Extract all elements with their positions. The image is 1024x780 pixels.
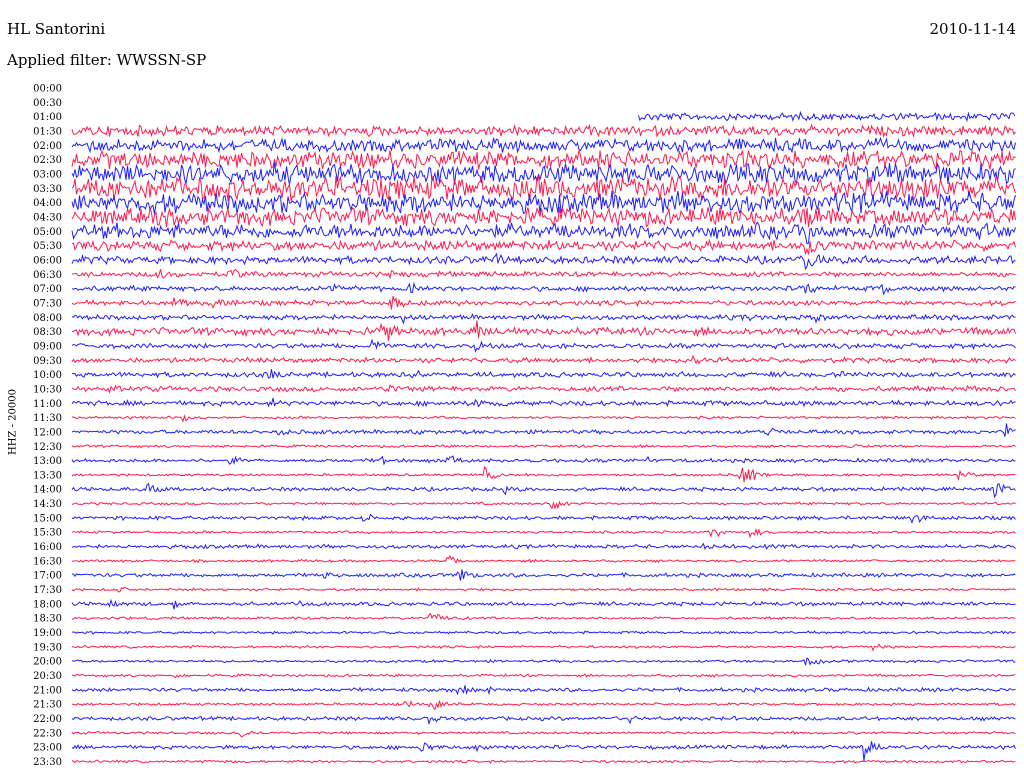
- seismic-trace: [71, 369, 1016, 379]
- time-tick-label: 18:00: [33, 599, 62, 610]
- seismic-trace: [71, 312, 1016, 325]
- time-tick-label: 19:00: [33, 628, 62, 639]
- time-tick-label: 22:00: [33, 714, 62, 725]
- time-tick-label: 06:30: [33, 270, 62, 281]
- seismic-trace: [71, 513, 1016, 524]
- seismic-trace: [71, 630, 1016, 635]
- seismic-trace: [71, 123, 1016, 138]
- seismic-trace: [71, 443, 1016, 449]
- seismic-trace: [71, 354, 1016, 365]
- time-tick-label: 16:00: [33, 542, 62, 553]
- seismic-trace: [71, 423, 1016, 437]
- seismic-trace: [71, 569, 1016, 581]
- seismic-trace: [72, 673, 1016, 679]
- time-tick-label: 20:00: [33, 657, 62, 668]
- time-tick-label: 17:00: [33, 571, 62, 582]
- time-tick-label: 03:30: [33, 184, 62, 195]
- time-tick-label: 07:30: [33, 298, 62, 309]
- time-tick-label: 21:30: [33, 700, 62, 711]
- time-tick-label: 17:30: [33, 585, 62, 596]
- time-tick-label: 09:00: [33, 341, 62, 352]
- time-tick-label: 01:30: [33, 126, 62, 137]
- time-tick-label: 08:30: [33, 327, 62, 338]
- time-tick-label: 15:30: [33, 528, 62, 539]
- time-tick-label: 11:00: [33, 399, 62, 410]
- time-tick-label: 12:00: [33, 427, 62, 438]
- time-tick-label: 10:30: [33, 384, 62, 395]
- seismic-trace: [71, 643, 1016, 652]
- time-tick-label: 23:00: [33, 743, 62, 754]
- time-tick-label: 05:00: [33, 227, 62, 238]
- seismic-trace: [637, 110, 1016, 123]
- seismic-trace: [71, 252, 1016, 271]
- seismic-trace: [71, 598, 1016, 610]
- seismic-trace: [71, 295, 1016, 310]
- seismic-trace: [71, 759, 1016, 764]
- seismic-trace: [71, 384, 1016, 394]
- time-tick-label: 22:30: [33, 728, 62, 739]
- time-tick-label: 09:30: [33, 356, 62, 367]
- seismic-trace: [71, 414, 1016, 423]
- time-tick-label: 15:00: [33, 513, 62, 524]
- seismic-trace: [71, 612, 1016, 621]
- seismic-trace: [71, 482, 1016, 499]
- seismic-trace: [71, 741, 1016, 762]
- seismic-trace: [71, 162, 1016, 186]
- seismic-trace: [71, 685, 1016, 696]
- seismic-trace: [71, 338, 1016, 353]
- time-tick-label: 06:00: [33, 255, 62, 266]
- time-tick-label: 14:00: [33, 485, 62, 496]
- time-tick-label: 12:30: [33, 442, 62, 453]
- seismic-trace: [71, 657, 1016, 666]
- seismic-trace: [71, 206, 1016, 228]
- seismic-trace: [71, 542, 1016, 551]
- time-tick-label: 13:00: [33, 456, 62, 467]
- time-tick-label: 02:00: [33, 141, 62, 152]
- seismic-trace: [71, 528, 1016, 539]
- time-tick-label: 02:30: [33, 155, 62, 166]
- time-tick-label: 04:30: [33, 212, 62, 223]
- time-tick-label: 20:30: [33, 671, 62, 682]
- helicorder-plot: 00:00 00:30 01:00 01:30 02:00 02:30 03:00 03:30…: [33, 84, 1016, 768]
- seismic-trace: [71, 554, 1016, 564]
- time-tick-label: 03:00: [33, 169, 62, 180]
- time-tick-label: 21:00: [33, 685, 62, 696]
- time-tick-label: 13:30: [33, 470, 62, 481]
- time-tick-label: 16:30: [33, 556, 62, 567]
- seismic-trace: [71, 320, 1016, 341]
- time-tick-label: 05:30: [33, 241, 62, 252]
- time-tick-label: 18:30: [33, 614, 62, 625]
- time-tick-label: 23:30: [33, 757, 62, 768]
- seismic-trace: [71, 238, 1016, 255]
- seismic-trace: [71, 268, 1016, 280]
- seismic-trace: [71, 397, 1016, 408]
- time-tick-label: 10:00: [33, 370, 62, 381]
- time-tick-label: 01:00: [33, 112, 62, 123]
- time-tick-label: 07:00: [33, 284, 62, 295]
- time-tick-label: 19:30: [33, 642, 62, 653]
- seismic-trace: [71, 699, 1016, 711]
- seismic-trace: [71, 586, 1016, 593]
- time-tick-label: 00:30: [33, 98, 62, 109]
- seismic-trace: [71, 221, 1016, 245]
- time-tick-label: 11:30: [33, 413, 62, 424]
- seismic-trace: [71, 455, 1016, 466]
- time-tick-label: 14:30: [33, 499, 62, 510]
- seismic-trace: [71, 281, 1016, 296]
- seismic-trace: [71, 465, 1016, 483]
- seismic-trace: [71, 136, 1016, 154]
- time-tick-label: 08:00: [33, 313, 62, 324]
- seismic-trace: [71, 715, 1016, 726]
- time-tick-label: 00:00: [33, 84, 62, 95]
- seismic-trace: [71, 500, 1016, 510]
- seismic-trace: [71, 730, 1016, 738]
- time-tick-label: 04:00: [33, 198, 62, 209]
